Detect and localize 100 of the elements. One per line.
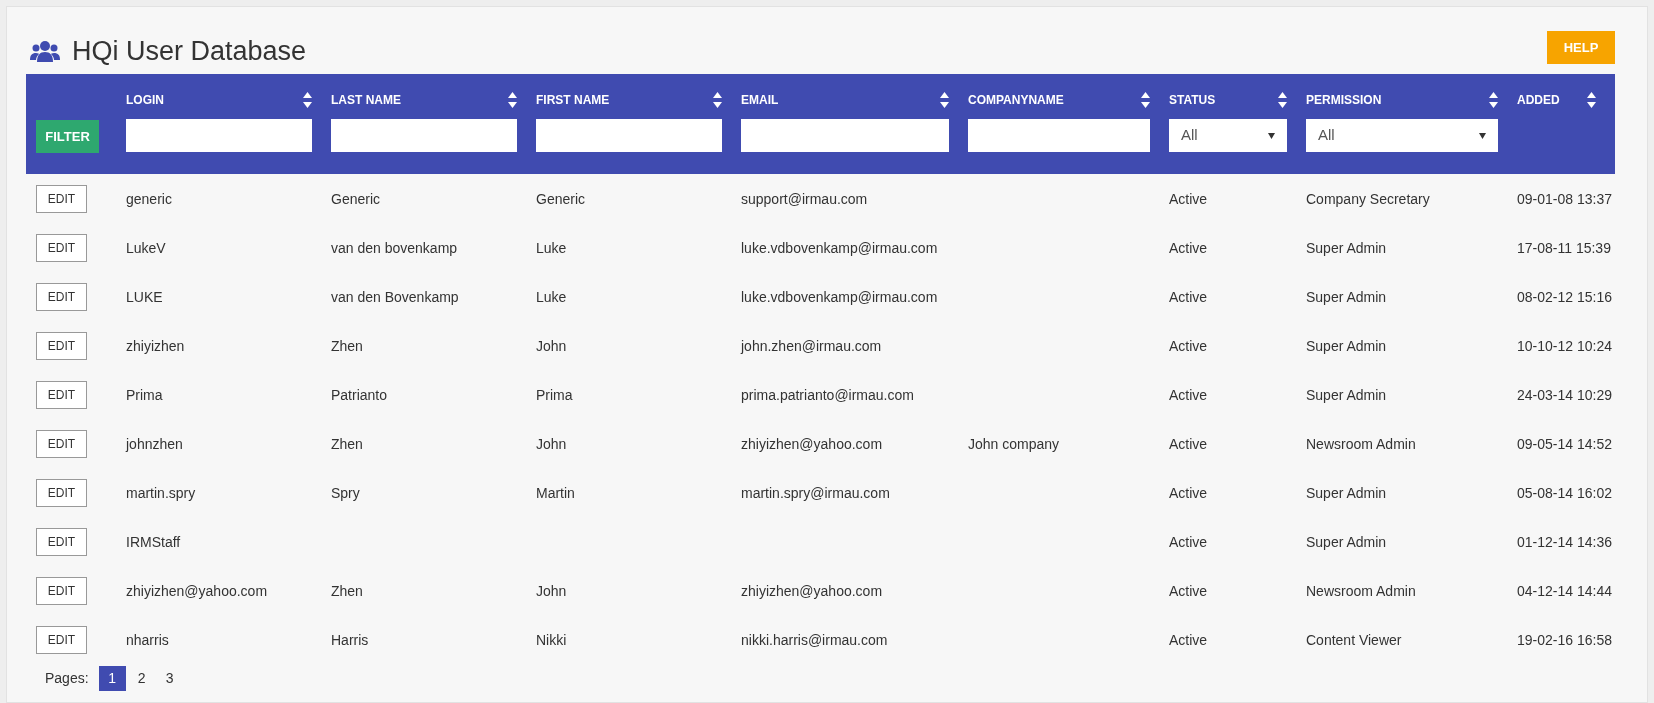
edit-button[interactable]: EDIT	[36, 429, 87, 458]
edit-button[interactable]: EDIT	[36, 282, 87, 311]
edit-button[interactable]: EDIT	[36, 625, 87, 654]
table-cell: van den Bovenkamp	[331, 288, 459, 305]
table-cell: 08-02-12 15:16	[1517, 288, 1612, 305]
column-header[interactable]: STATUS	[1169, 91, 1216, 109]
table-cell: luke.vdbovenkamp@irmau.com	[741, 288, 938, 305]
table-cell: John	[536, 337, 567, 354]
filter-field[interactable]	[741, 119, 949, 152]
table-cell: Active	[1169, 337, 1208, 354]
table-cell: Active	[1169, 239, 1208, 256]
table-cell: Prima	[126, 386, 163, 403]
table-cell: 09-01-08 13:37	[1517, 190, 1612, 207]
table-cell: LUKE	[126, 288, 163, 305]
table-cell: 17-08-11 15:39	[1517, 239, 1611, 256]
table-cell: john.zhen@irmau.com	[741, 337, 882, 354]
edit-button[interactable]: EDIT	[36, 576, 87, 605]
table-cell: 01-12-14 14:36	[1517, 533, 1612, 550]
table-cell: luke.vdbovenkamp@irmau.com	[741, 239, 938, 256]
table-cell: Active	[1169, 288, 1208, 305]
edit-button[interactable]: EDIT	[36, 184, 87, 213]
page-link[interactable]: 2	[129, 666, 154, 691]
page-link[interactable]: 1	[98, 666, 126, 691]
table-cell: van den bovenkamp	[331, 239, 458, 256]
column-header[interactable]: COMPANYNAME	[968, 91, 1064, 109]
dropdown-caret-icon	[1268, 132, 1275, 139]
table-cell: Super Admin	[1306, 239, 1387, 256]
table-cell: johnzhen	[126, 435, 183, 452]
column-header[interactable]: EMAIL	[741, 91, 779, 109]
table-cell: Newsroom Admin	[1306, 435, 1416, 452]
edit-button[interactable]: EDIT	[36, 478, 87, 507]
table-cell: Newsroom Admin	[1306, 582, 1416, 599]
column-header[interactable]: PERMISSION	[1306, 91, 1382, 109]
edit-button[interactable]: EDIT	[36, 233, 87, 262]
table-cell: Super Admin	[1306, 533, 1387, 550]
table-cell: Harris	[331, 631, 369, 648]
table-cell: Zhen	[331, 582, 363, 599]
sort-icon[interactable]	[1278, 92, 1287, 108]
edit-button[interactable]: EDIT	[36, 331, 87, 360]
table-cell: martin.spry@irmau.com	[741, 484, 890, 501]
table-cell: IRMStaff	[126, 533, 181, 550]
table-cell: generic	[126, 190, 172, 207]
users-icon	[30, 40, 60, 63]
table-cell: 04-12-14 14:44	[1517, 582, 1612, 599]
sort-icon[interactable]	[1489, 92, 1498, 108]
table-cell: Generic	[331, 190, 381, 207]
table-cell: 24-03-14 10:29	[1517, 386, 1612, 403]
filter-dropdown[interactable]: All	[1169, 119, 1287, 152]
table-cell: Nikki	[536, 631, 567, 648]
filter-field[interactable]	[536, 119, 722, 152]
table-cell: Spry	[331, 484, 360, 501]
table-cell: Martin	[536, 484, 575, 501]
table-cell: zhiyizhen@yahoo.com	[741, 435, 883, 452]
table-cell: John	[536, 582, 567, 599]
table-cell: Super Admin	[1306, 288, 1387, 305]
table-cell: 05-08-14 16:02	[1517, 484, 1612, 501]
table-cell: Active	[1169, 582, 1208, 599]
column-header[interactable]: ADDED	[1517, 91, 1560, 109]
column-header[interactable]: FIRST NAME	[536, 91, 610, 109]
table-cell: Super Admin	[1306, 484, 1387, 501]
table-cell: nikki.harris@irmau.com	[741, 631, 888, 648]
page-link[interactable]: 3	[157, 666, 182, 691]
table-cell: Company Secretary	[1306, 190, 1430, 207]
pages-label: Pages:	[45, 669, 89, 688]
table-cell: Active	[1169, 533, 1208, 550]
filter-field[interactable]	[331, 119, 517, 152]
table-cell: Active	[1169, 435, 1208, 452]
table-cell: Prima	[536, 386, 573, 403]
page-title: HQi User Database	[72, 35, 307, 68]
filter-field[interactable]	[126, 119, 312, 152]
table-cell: Generic	[536, 190, 586, 207]
table-cell: prima.patrianto@irmau.com	[741, 386, 914, 403]
edit-button[interactable]: EDIT	[36, 380, 87, 409]
edit-button[interactable]: EDIT	[36, 527, 87, 556]
sort-icon[interactable]	[303, 92, 312, 108]
table-cell: 19-02-16 16:58	[1517, 631, 1612, 648]
table-cell: Zhen	[331, 435, 363, 452]
dropdown-caret-icon	[1479, 132, 1486, 139]
column-header[interactable]: LAST NAME	[331, 91, 401, 109]
sort-icon[interactable]	[713, 92, 722, 108]
table-cell: 10-10-12 10:24	[1517, 337, 1612, 354]
table-cell: zhiyizhen@yahoo.com	[126, 582, 268, 599]
table-cell: martin.spry	[126, 484, 196, 501]
column-header[interactable]: LOGIN	[126, 91, 164, 109]
table-cell: Patrianto	[331, 386, 388, 403]
table-cell: Zhen	[331, 337, 363, 354]
sort-icon[interactable]	[508, 92, 517, 108]
table-cell: Active	[1169, 631, 1208, 648]
filter-dropdown[interactable]: All	[1306, 119, 1498, 152]
sort-icon[interactable]	[1141, 92, 1150, 108]
table-cell: nharris	[126, 631, 169, 648]
filter-field[interactable]	[968, 119, 1150, 152]
table-cell: Super Admin	[1306, 386, 1387, 403]
sort-icon[interactable]	[940, 92, 949, 108]
table-cell: support@irmau.com	[741, 190, 868, 207]
table-cell: Active	[1169, 484, 1208, 501]
table-cell: Super Admin	[1306, 337, 1387, 354]
table-cell: John	[536, 435, 567, 452]
table-cell: John company	[968, 435, 1060, 452]
sort-icon[interactable]	[1587, 92, 1596, 108]
